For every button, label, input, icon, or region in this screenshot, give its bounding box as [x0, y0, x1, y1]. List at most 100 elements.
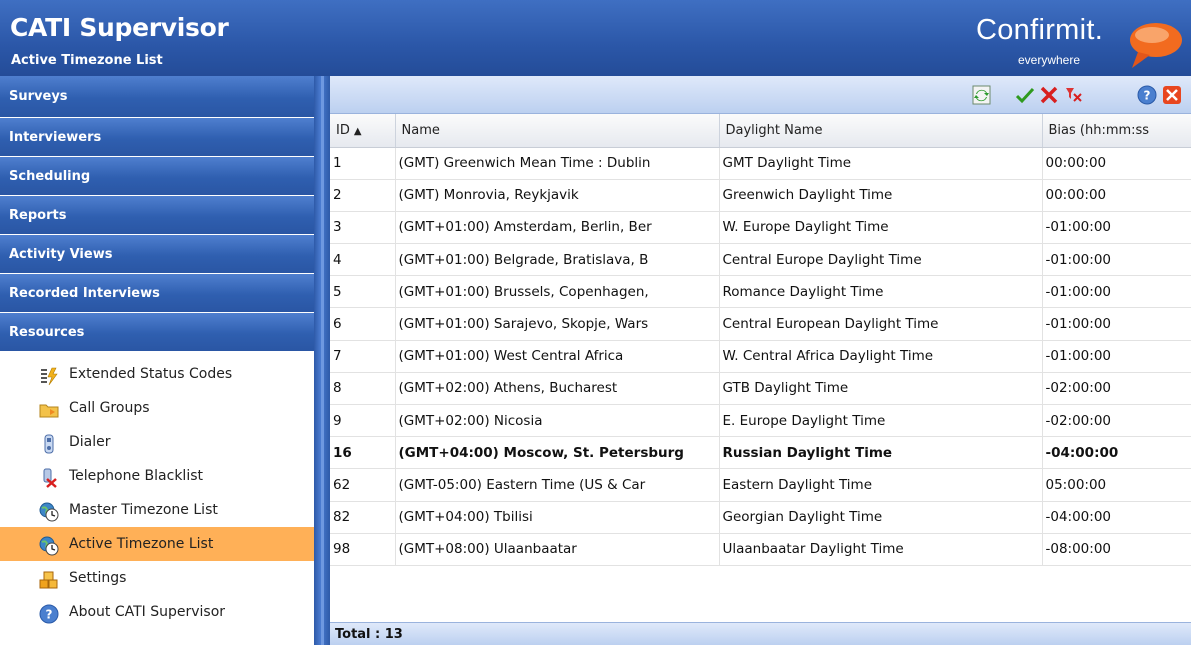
cell-bias: -01:00:00 — [1042, 243, 1191, 277]
column-header-bias[interactable]: Bias (hh:mm:ss — [1042, 114, 1191, 148]
app-header: CATI Supervisor Active Timezone List Con… — [0, 0, 1191, 76]
sidebar: Surveys Interviewers Scheduling Reports Acti… — [0, 76, 314, 645]
cell-id: 2 — [330, 179, 396, 212]
table-row[interactable]: 3 (GMT+01:00) Amsterdam, Berlin, Ber W. Eu… — [330, 211, 1191, 245]
cell-name: (GMT+01:00) Belgrade, Bratislava, B — [395, 243, 720, 277]
delete-icon[interactable] — [1038, 84, 1060, 106]
settings-icon — [39, 569, 59, 589]
table-row[interactable]: 4 (GMT+01:00) Belgrade, Bratislava, B Cent… — [330, 243, 1191, 277]
sidebar-item-label: Telephone Blacklist — [69, 468, 203, 484]
table-row[interactable]: 6 (GMT+01:00) Sarajevo, Skopje, Wars Centr… — [330, 307, 1191, 341]
cell-daylight-name: GTB Daylight Time — [719, 372, 1043, 406]
cell-name: (GMT) Greenwich Mean Time : Dublin — [395, 147, 720, 180]
check-icon[interactable] — [1014, 84, 1036, 106]
table-row[interactable]: 5 (GMT+01:00) Brussels, Copenhagen, Romanc… — [330, 275, 1191, 309]
nav-section-recorded-interviews[interactable]: Recorded Interviews — [0, 274, 314, 313]
column-header-id[interactable]: ID ▲ — [330, 114, 396, 148]
table-row[interactable]: 2 (GMT) Monrovia, Reykjavik Greenwich Dayl… — [330, 179, 1191, 212]
sidebar-item-about-cati-supervisor[interactable]: ? About CATI Supervisor — [0, 595, 314, 629]
nav-section-scheduling[interactable]: Scheduling — [0, 157, 314, 196]
sidebar-item-settings[interactable]: Settings — [0, 561, 314, 595]
column-header-name[interactable]: Name — [395, 114, 720, 148]
cell-id: 5 — [330, 275, 396, 309]
cell-bias: -01:00:00 — [1042, 340, 1191, 373]
table-row[interactable]: 62 (GMT-05:00) Eastern Time (US & Car East… — [330, 468, 1191, 502]
cell-daylight-name: GMT Daylight Time — [719, 147, 1043, 180]
cell-daylight-name: Greenwich Daylight Time — [719, 179, 1043, 212]
main-panel: ? ID ▲ Name Daylight Name Bias (hh:mm:ss … — [330, 76, 1191, 645]
cell-id: 7 — [330, 340, 396, 373]
nav-section-surveys[interactable]: Surveys — [0, 76, 314, 118]
cell-daylight-name: E. Europe Daylight Time — [719, 404, 1043, 438]
svg-text:?: ? — [46, 608, 53, 622]
clear-filter-icon[interactable] — [1062, 84, 1084, 106]
refresh-icon[interactable] — [971, 84, 993, 106]
cell-bias: -04:00:00 — [1042, 501, 1191, 534]
cell-bias: -01:00:00 — [1042, 275, 1191, 309]
sidebar-item-label: Active Timezone List — [69, 536, 214, 552]
cell-daylight-name: W. Central Africa Daylight Time — [719, 340, 1043, 373]
cell-daylight-name: Russian Daylight Time — [719, 436, 1043, 470]
cell-name: (GMT+01:00) Brussels, Copenhagen, — [395, 275, 720, 309]
sidebar-item-extended-status-codes[interactable]: Extended Status Codes — [0, 357, 314, 391]
sidebar-item-dialer[interactable]: Dialer — [0, 425, 314, 459]
sidebar-item-label: Settings — [69, 570, 127, 586]
cell-name: (GMT+04:00) Moscow, St. Petersburg — [395, 436, 720, 470]
timezone-icon — [39, 501, 59, 522]
cell-id: 4 — [330, 243, 396, 277]
table-row[interactable]: 9 (GMT+02:00) Nicosia E. Europe Daylight T… — [330, 404, 1191, 438]
table-row[interactable]: 8 (GMT+02:00) Athens, Bucharest GTB Daylig… — [330, 372, 1191, 406]
cell-bias: -02:00:00 — [1042, 372, 1191, 406]
brand-name: Confirmit. — [976, 14, 1104, 46]
table-row[interactable]: 82 (GMT+04:00) Tbilisi Georgian Daylight T… — [330, 501, 1191, 534]
table-header-row: ID ▲ Name Daylight Name Bias (hh:mm:ss — [330, 114, 1191, 148]
sidebar-item-label: About CATI Supervisor — [69, 604, 226, 620]
cell-id: 98 — [330, 533, 396, 566]
app-title: CATI Supervisor — [10, 13, 229, 42]
sidebar-item-master-timezone-list[interactable]: Master Timezone List — [0, 493, 314, 527]
blacklist-icon — [39, 467, 59, 488]
sidebar-item-call-groups[interactable]: Call Groups — [0, 391, 314, 425]
column-header-daylight-name[interactable]: Daylight Name — [719, 114, 1043, 148]
sidebar-item-active-timezone-list[interactable]: Active Timezone List — [0, 527, 314, 561]
cell-name: (GMT+08:00) Ulaanbaatar — [395, 533, 720, 566]
dialer-icon — [39, 433, 59, 454]
cell-daylight-name: Romance Daylight Time — [719, 275, 1043, 309]
cell-daylight-name: W. Europe Daylight Time — [719, 211, 1043, 245]
grid-footer: Total : 13 — [330, 622, 1191, 645]
cell-id: 6 — [330, 307, 396, 341]
cell-bias: 00:00:00 — [1042, 179, 1191, 212]
nav-section-activity-views[interactable]: Activity Views — [0, 235, 314, 274]
table-row[interactable]: 1 (GMT) Greenwich Mean Time : Dublin GMT D… — [330, 147, 1191, 180]
nav-section-interviewers[interactable]: Interviewers — [0, 118, 314, 157]
sidebar-item-label: Call Groups — [69, 400, 150, 416]
svg-text:?: ? — [1144, 89, 1151, 103]
cell-name: (GMT+02:00) Athens, Bucharest — [395, 372, 720, 406]
sidebar-splitter[interactable] — [314, 76, 330, 645]
table-row[interactable]: 16 (GMT+04:00) Moscow, St. Petersburg Russ… — [330, 436, 1191, 470]
help-icon[interactable]: ? — [1136, 84, 1158, 106]
table-row[interactable]: 7 (GMT+01:00) West Central Africa W. Centr… — [330, 340, 1191, 373]
table-row[interactable]: 98 (GMT+08:00) Ulaanbaatar Ulaanbaatar Day… — [330, 533, 1191, 566]
help-icon: ? — [39, 603, 59, 624]
nav-sections: Surveys Interviewers Scheduling Reports Acti… — [0, 76, 314, 352]
brand-logo: Confirmit. everywhere — [976, 14, 1191, 74]
cell-daylight-name: Ulaanbaatar Daylight Time — [719, 533, 1043, 566]
sidebar-item-label: Dialer — [69, 434, 111, 450]
cell-bias: 00:00:00 — [1042, 147, 1191, 180]
cell-bias: -01:00:00 — [1042, 307, 1191, 341]
cell-name: (GMT+04:00) Tbilisi — [395, 501, 720, 534]
cell-id: 8 — [330, 372, 396, 406]
page-subtitle: Active Timezone List — [11, 53, 163, 68]
sidebar-item-telephone-blacklist[interactable]: Telephone Blacklist — [0, 459, 314, 493]
cell-bias: 05:00:00 — [1042, 468, 1191, 502]
sidebar-item-label: Master Timezone List — [69, 502, 218, 518]
nav-section-resources[interactable]: Resources — [0, 313, 314, 352]
close-icon[interactable] — [1161, 84, 1183, 106]
nav-section-reports[interactable]: Reports — [0, 196, 314, 235]
timezone-icon — [39, 535, 59, 556]
grid-toolbar: ? — [330, 76, 1191, 114]
cell-id: 82 — [330, 501, 396, 534]
cell-id: 1 — [330, 147, 396, 180]
cell-id: 16 — [330, 436, 396, 470]
